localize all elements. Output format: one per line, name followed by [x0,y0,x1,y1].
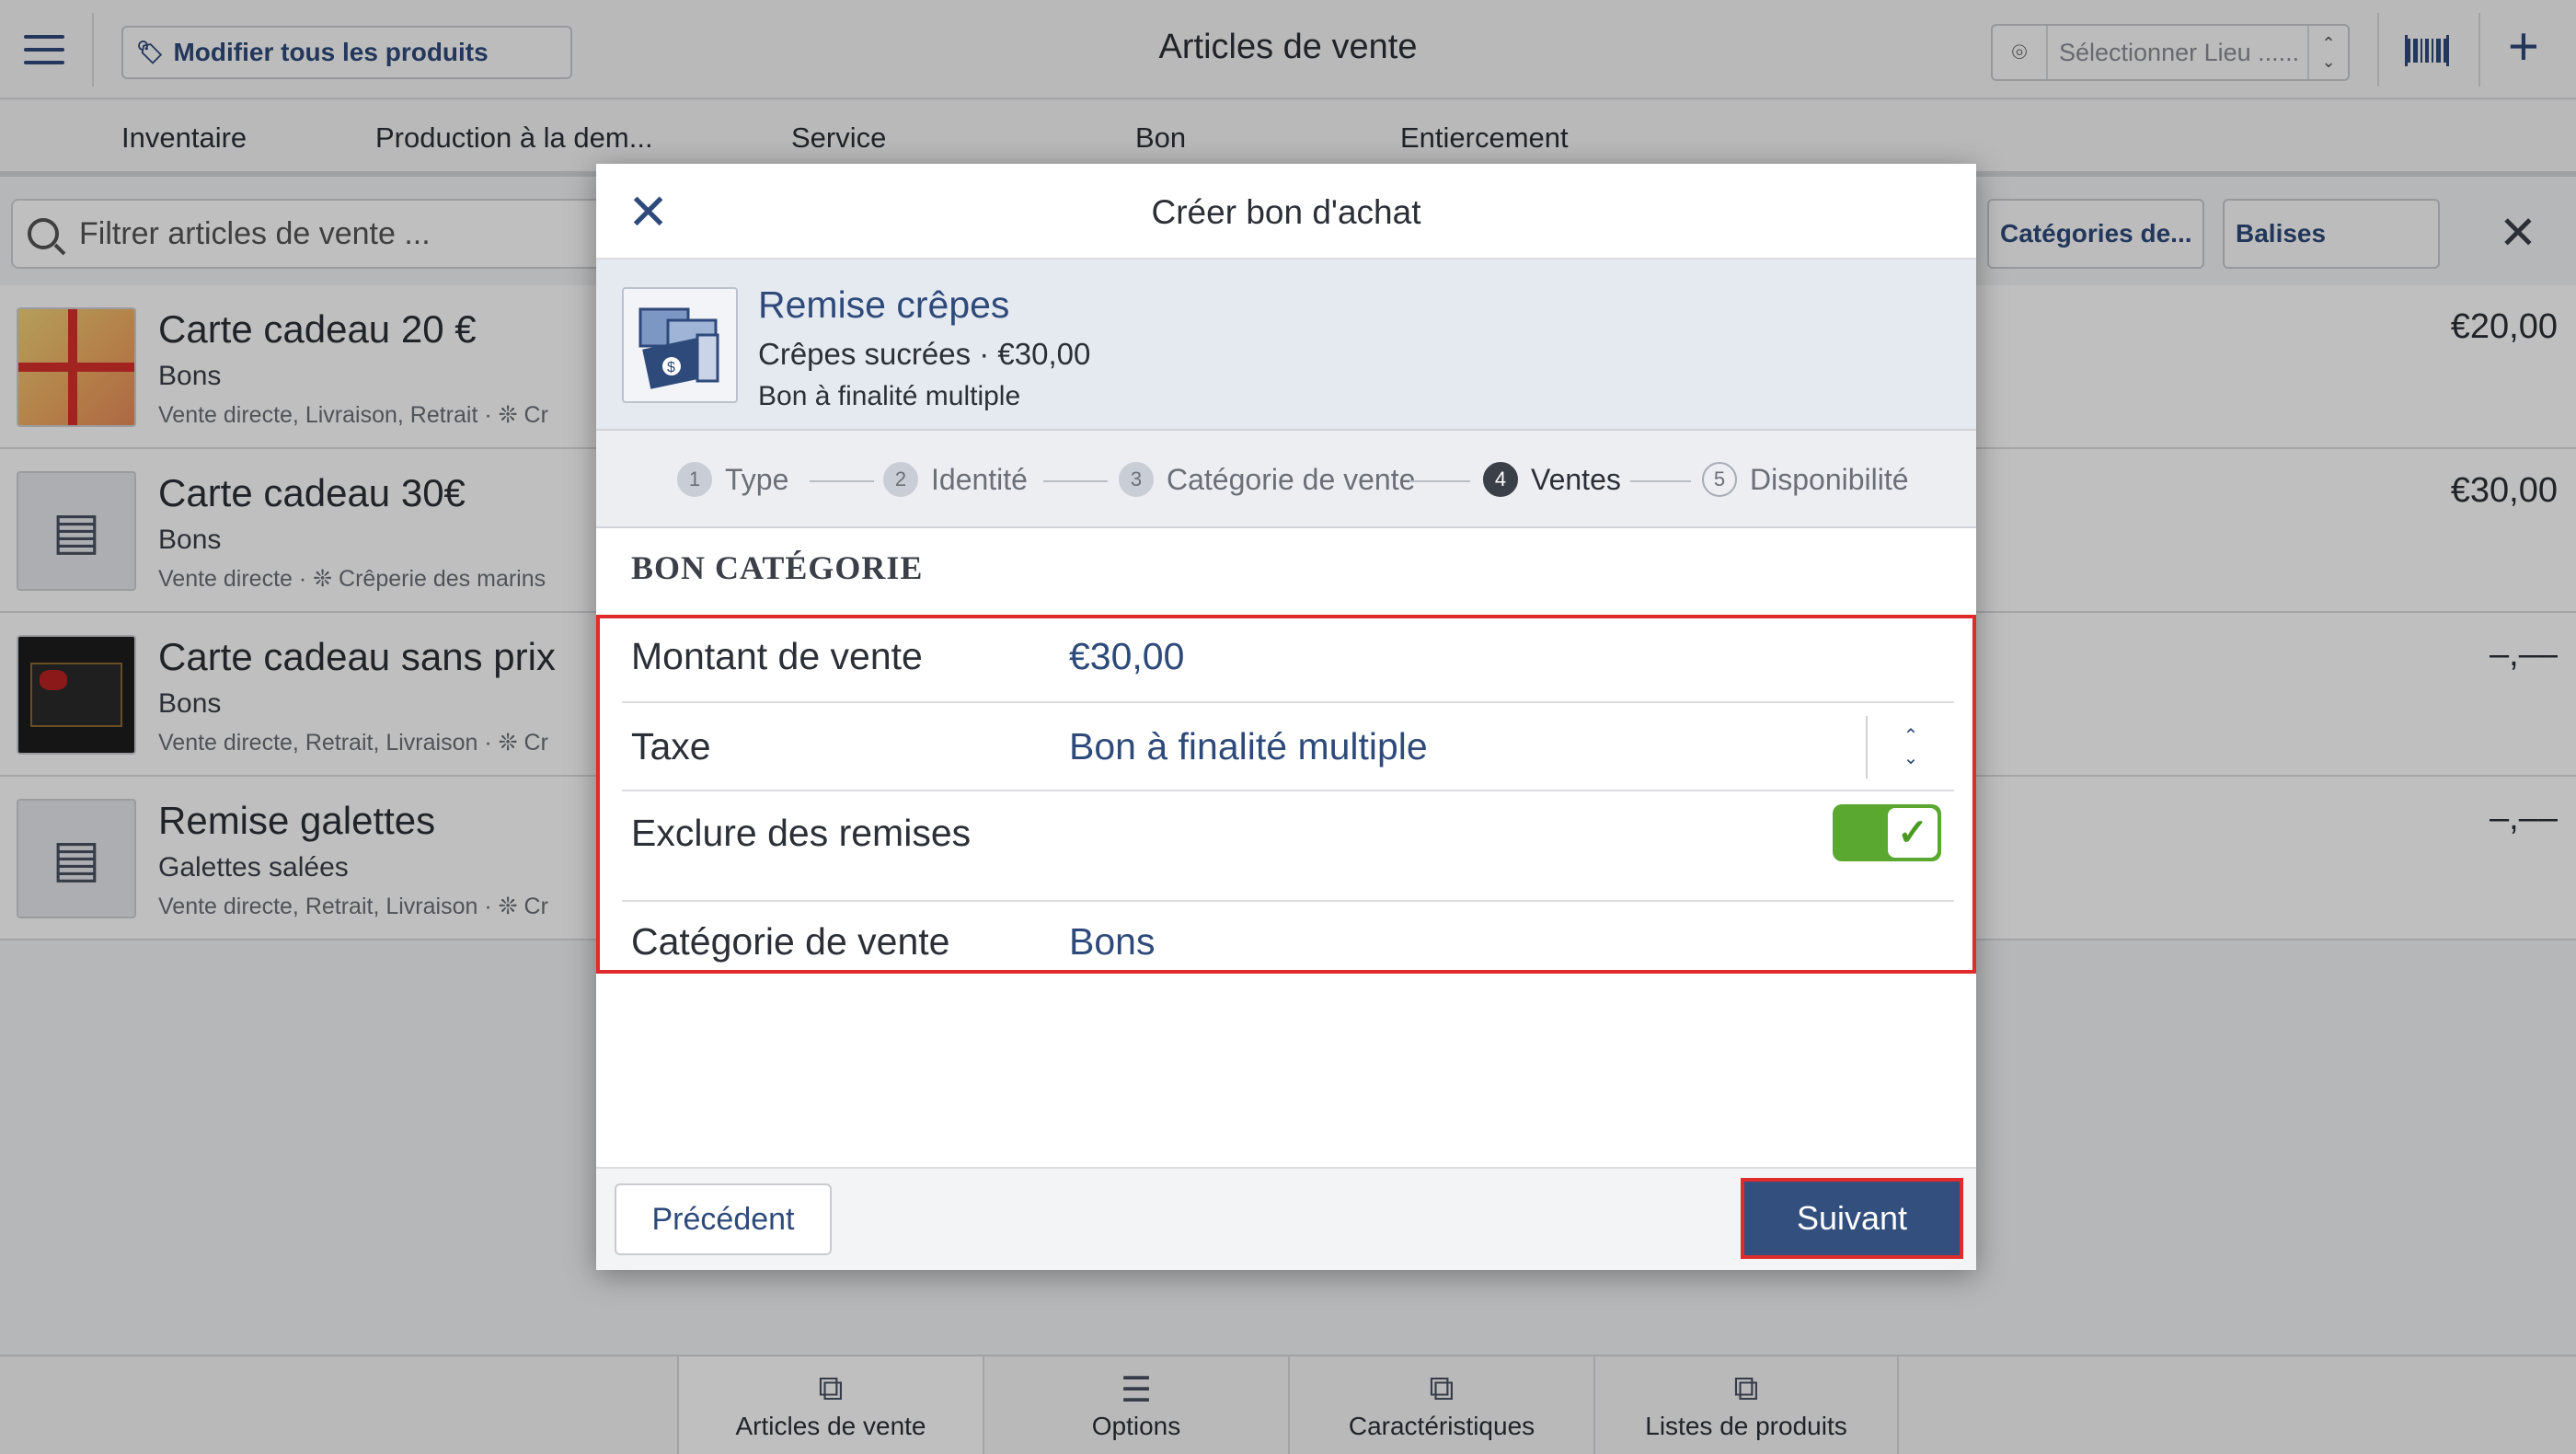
tax-row[interactable]: Taxe Bon à finalité multiple ⌃ ⌄ [622,703,1954,791]
step-label: Type [725,462,789,496]
step-number: 3 [1119,462,1154,497]
section-title: BON CATÉGORIE [631,549,924,586]
dialog-title: Créer bon d'achat [1151,193,1421,231]
check-icon: ✓ [1888,808,1938,858]
voucher-category-price: Crêpes sucrées · €30,00 [758,337,1091,371]
tax-select-value[interactable]: Bon à finalité multiple [1069,725,1428,768]
step-number: 2 [883,462,918,497]
voucher-name: Remise crêpes [758,283,1010,326]
sales-form-highlight: Montant de vente €30,00 Taxe Bon à final… [596,615,1976,974]
step-label: Catégorie de vente [1167,462,1416,496]
sales-category-label: Catégorie de vente [631,920,950,963]
dialog-header: ✕ Créer bon d'achat [596,164,1976,260]
step-type[interactable]: 1 Type [677,462,788,497]
step-connector [1043,480,1108,482]
step-ventes[interactable]: 4 Ventes [1483,462,1621,497]
dialog-footer: Précédent Suivant [596,1167,1976,1270]
exclude-discounts-label: Exclure des remises [631,812,972,854]
step-label: Identité [931,462,1028,496]
exclude-discounts-toggle[interactable]: ✓ [1833,804,1941,861]
step-connector [1409,480,1470,482]
previous-button[interactable]: Précédent [615,1183,832,1255]
step-number: 5 [1702,462,1737,497]
step-identite[interactable]: 2 Identité [883,462,1028,497]
voucher-summary: $ Remise crêpes Crêpes sucrées · €30,00 … [596,260,1976,431]
voucher-icon: $ [622,287,738,403]
sales-category-row[interactable]: Catégorie de vente Bons [622,902,1954,974]
amount-value[interactable]: €30,00 [1069,635,1184,678]
step-connector [810,480,874,482]
next-button-highlight: Suivant [1741,1178,1963,1259]
create-voucher-dialog: ✕ Créer bon d'achat $ Remise crêpes Crêp… [596,164,1976,1270]
svg-text:$: $ [667,360,675,375]
amount-label: Montant de vente [631,635,923,677]
voucher-type: Bon à finalité multiple [758,381,1021,411]
step-connector [1630,480,1691,482]
step-number: 1 [677,462,712,497]
step-label: Disponibilité [1750,462,1909,496]
tax-label: Taxe [631,725,711,767]
step-disponibilite[interactable]: 5 Disponibilité [1702,462,1909,497]
wizard-stepper: 1 Type 2 Identité 3 Catégorie de vente 4… [596,431,1976,528]
select-arrows-icon[interactable]: ⌃ ⌄ [1866,716,1954,779]
sales-category-value[interactable]: Bons [1069,920,1155,964]
step-number: 4 [1483,462,1518,497]
step-label: Ventes [1531,462,1621,496]
next-button[interactable]: Suivant [1744,1182,1960,1255]
amount-row[interactable]: Montant de vente €30,00 [622,618,1954,703]
exclude-discounts-row: Exclure des remises ✓ [622,791,1954,902]
step-categorie-de-vente[interactable]: 3 Catégorie de vente [1119,462,1415,497]
